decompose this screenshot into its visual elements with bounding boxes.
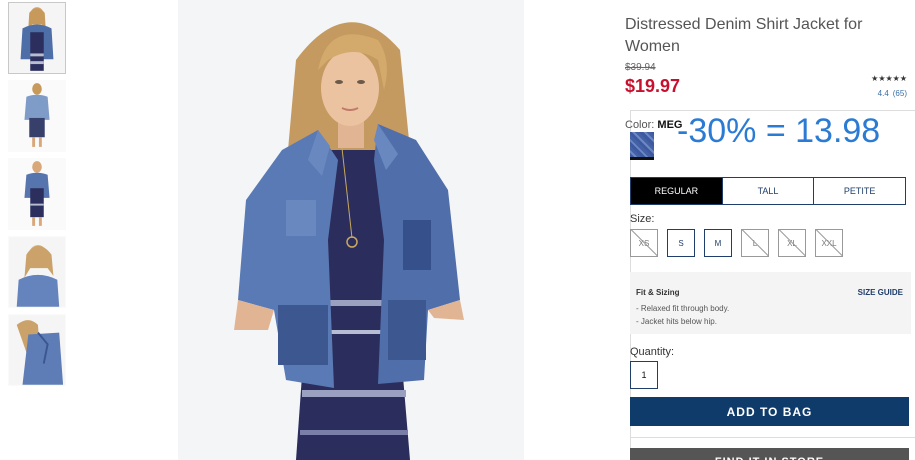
size-xs[interactable]: XS <box>630 229 658 257</box>
rating-summary[interactable]: ★★★★★ 4.4 (65) <box>871 74 907 98</box>
size-xxl[interactable]: XXL <box>815 229 843 257</box>
thumbnail-2[interactable] <box>8 80 66 152</box>
size-s[interactable]: S <box>667 229 695 257</box>
thumbnail-5[interactable] <box>8 314 66 386</box>
swatch-pattern <box>630 132 654 157</box>
product-page: Distressed Denim Shirt Jacket for Women … <box>0 0 915 460</box>
color-label: Color: MEG <box>625 119 682 131</box>
find-in-store-button[interactable]: FIND IT IN STORE <box>630 448 909 460</box>
size-guide-link[interactable]: SIZE GUIDE <box>858 288 903 297</box>
sale-price: $19.97 <box>625 76 681 96</box>
fit-details-list: - Relaxed fit through body. - Jacket hit… <box>636 302 729 328</box>
thumbnail-list <box>8 2 68 392</box>
color-swatch-meg[interactable] <box>630 132 654 160</box>
size-l[interactable]: L <box>741 229 769 257</box>
thumbnail-image <box>9 81 65 151</box>
model-photo <box>178 0 524 460</box>
fit-tabs: REGULAR TALL PETITE <box>630 177 906 205</box>
color-label-text: Color: <box>625 119 655 131</box>
list-item: - Jacket hits below hip. <box>636 317 717 326</box>
tab-regular[interactable]: REGULAR <box>631 178 723 204</box>
quantity-input[interactable]: 1 <box>630 361 658 389</box>
size-xl[interactable]: XL <box>778 229 806 257</box>
rating-values: 4.4 (65) <box>871 89 907 98</box>
tab-petite[interactable]: PETITE <box>814 178 906 204</box>
thumbnail-3[interactable] <box>8 158 66 230</box>
size-options: XS S M L XL XXL <box>630 229 852 257</box>
thumbnail-1[interactable] <box>8 2 66 74</box>
list-item: - Relaxed fit through body. <box>636 304 730 313</box>
review-count: (65) <box>892 89 907 98</box>
size-m[interactable]: M <box>704 229 732 257</box>
thumbnail-image <box>9 237 65 307</box>
original-price: $39.94 <box>625 62 656 73</box>
rating-score: 4.4 <box>877 89 889 98</box>
thumbnail-image <box>9 315 65 385</box>
add-to-bag-button[interactable]: ADD TO BAG <box>630 397 909 426</box>
fit-sizing-box: Fit & Sizing SIZE GUIDE - Relaxed fit th… <box>630 272 911 334</box>
thumbnail-image <box>9 159 65 229</box>
quantity-label: Quantity: <box>630 346 675 358</box>
fit-sizing-title: Fit & Sizing <box>636 288 680 297</box>
size-label: Size: <box>630 213 655 225</box>
divider <box>630 437 915 438</box>
star-rating-icon: ★★★★★ <box>871 74 907 83</box>
promo-annotation: -30% = 13.98 <box>677 112 881 150</box>
thumbnail-4[interactable] <box>8 236 66 308</box>
thumbnail-image <box>9 3 65 73</box>
tab-tall[interactable]: TALL <box>722 178 815 204</box>
main-product-image <box>178 0 524 460</box>
product-details: Distressed Denim Shirt Jacket for Women … <box>625 0 915 460</box>
product-title: Distressed Denim Shirt Jacket for Women <box>625 16 863 55</box>
